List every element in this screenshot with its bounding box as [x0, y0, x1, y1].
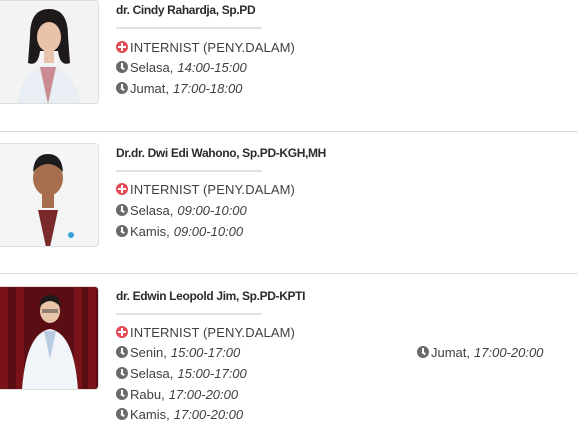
schedule-time: 17:00-20:00 [168, 386, 239, 402]
clock-icon [116, 82, 128, 94]
specialty-label: INTERNIST (PENY.DALAM) [130, 324, 295, 340]
doctor-name[interactable]: Dr.dr. Dwi Edi Wahono, Sp.PD-KGH,MH [116, 146, 326, 160]
medical-cross-icon [116, 183, 128, 195]
schedule-day: Jumat, [130, 80, 170, 96]
name-underline [116, 27, 262, 29]
schedule-time: 14:00-15:00 [177, 59, 247, 75]
clock-icon [417, 346, 429, 358]
schedule-row: Selasa, 15:00-17:00 [116, 365, 247, 381]
clock-icon [116, 225, 128, 237]
clock-icon [116, 346, 128, 358]
doctor-card: dr. Cindy Rahardja, Sp.PD INTERNIST (PEN… [0, 0, 578, 118]
schedule-time: 15:00-17:00 [170, 344, 241, 360]
schedule-row: Kamis, 09:00-10:00 [116, 223, 243, 239]
schedule-day: Selasa, [130, 202, 174, 218]
schedule-row: Jumat, 17:00-20:00 [417, 344, 543, 360]
specialty-label: INTERNIST (PENY.DALAM) [130, 181, 295, 197]
schedule-day: Selasa, [130, 59, 174, 75]
doctor-card: Dr.dr. Dwi Edi Wahono, Sp.PD-KGH,MH INTE… [0, 143, 578, 261]
schedule-day: Kamis, [130, 223, 170, 239]
schedule-row: Senin, 15:00-17:00 [116, 344, 240, 360]
medical-cross-icon [116, 41, 128, 53]
specialty-row: INTERNIST (PENY.DALAM) [116, 181, 295, 197]
schedule-day: Jumat, [431, 344, 471, 360]
card-separator [0, 273, 578, 274]
doctor-photo[interactable] [0, 143, 99, 247]
schedule-time: 17:00-20:00 [173, 406, 244, 422]
schedule-day: Senin, [130, 344, 167, 360]
schedule-time: 17:00-20:00 [474, 344, 544, 360]
doctor-name[interactable]: dr. Cindy Rahardja, Sp.PD [116, 3, 256, 17]
clock-icon [116, 61, 128, 73]
medical-cross-icon [116, 326, 128, 338]
clock-icon [116, 388, 128, 400]
schedule-time: 15:00-17:00 [177, 365, 247, 381]
clock-icon [116, 204, 128, 216]
name-underline [116, 170, 262, 172]
schedule-row: Selasa, 09:00-10:00 [116, 202, 247, 218]
schedule-row: Rabu, 17:00-20:00 [116, 386, 238, 402]
doctor-photo[interactable] [0, 0, 99, 104]
schedule-time: 17:00-18:00 [173, 80, 243, 96]
specialty-label: INTERNIST (PENY.DALAM) [130, 39, 295, 55]
schedule-day: Rabu, [130, 386, 165, 402]
clock-icon [116, 367, 128, 379]
specialty-row: INTERNIST (PENY.DALAM) [116, 39, 295, 55]
name-underline [116, 313, 262, 315]
schedule-time: 09:00-10:00 [177, 202, 247, 218]
clock-icon [116, 408, 128, 420]
schedule-time: 09:00-10:00 [173, 223, 244, 239]
doctor-card: dr. Edwin Leopold Jim, Sp.PD-KPTI INTERN… [0, 286, 578, 434]
schedule-row: Jumat, 17:00-18:00 [116, 80, 242, 96]
schedule-day: Kamis, [130, 406, 170, 422]
doctor-photo[interactable] [0, 286, 99, 390]
doctor-name[interactable]: dr. Edwin Leopold Jim, Sp.PD-KPTI [116, 289, 305, 303]
schedule-row: Selasa, 14:00-15:00 [116, 59, 247, 75]
schedule-row: Kamis, 17:00-20:00 [116, 406, 243, 422]
specialty-row: INTERNIST (PENY.DALAM) [116, 324, 295, 340]
schedule-day: Selasa, [130, 365, 174, 381]
card-separator [0, 131, 578, 132]
